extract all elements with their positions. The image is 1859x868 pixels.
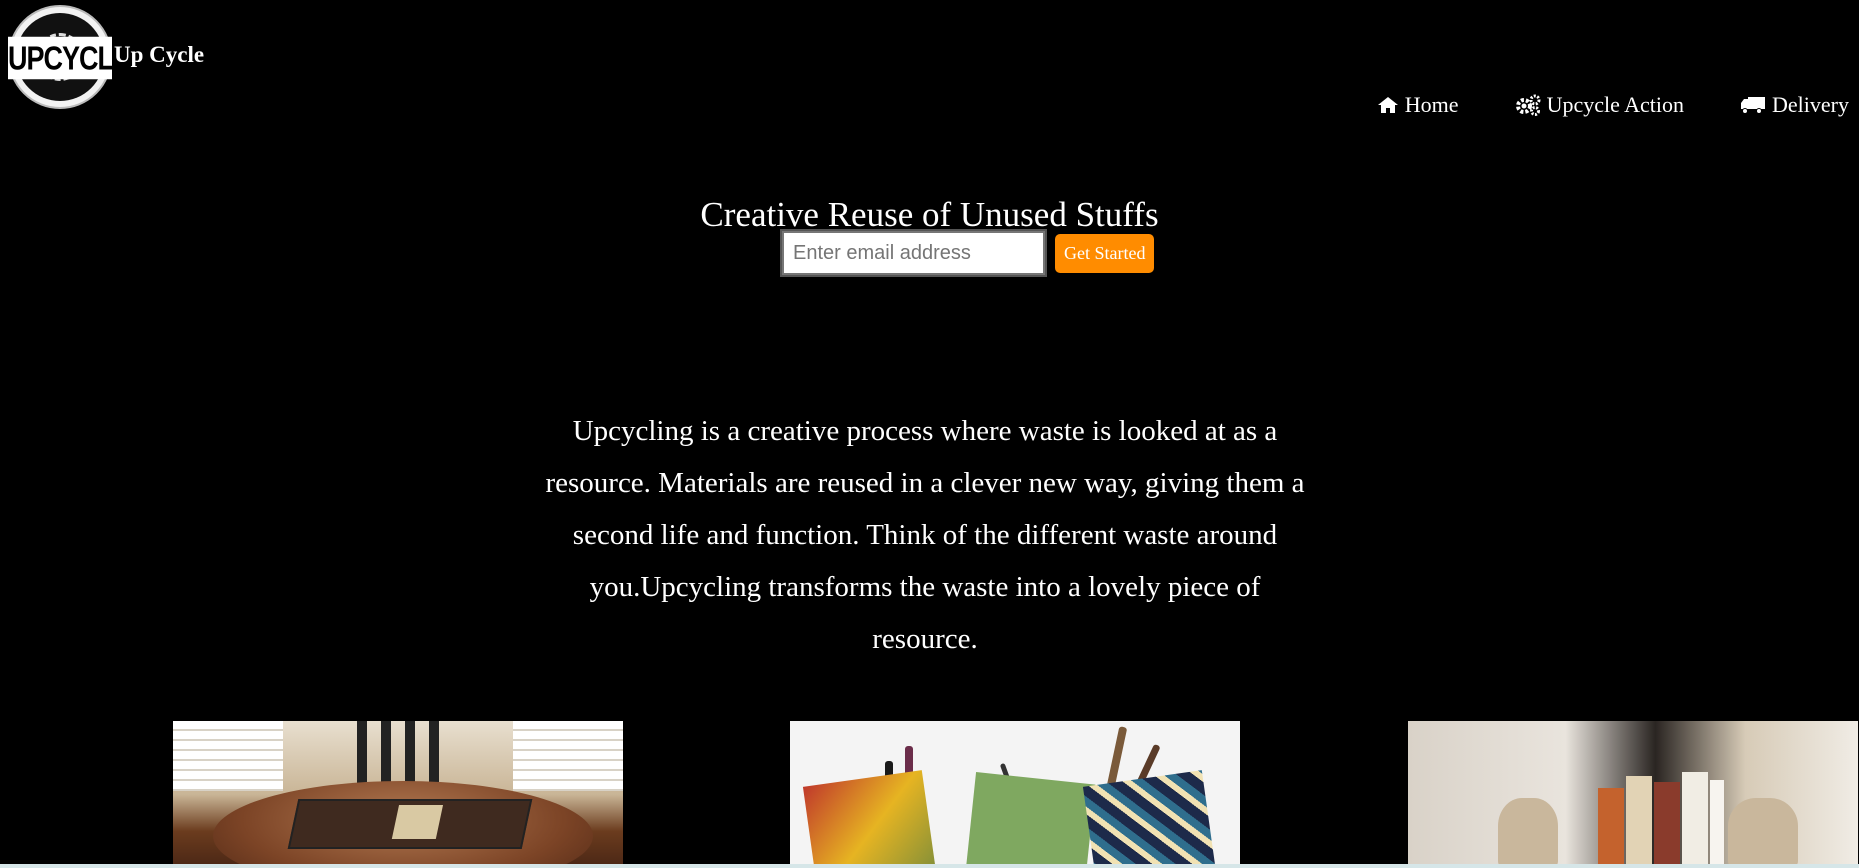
book	[1710, 780, 1724, 868]
fabric-pen-holders-photo	[790, 721, 1240, 868]
page: UPCYCLE Up Cycle Home Upcycle Action Del…	[0, 0, 1859, 868]
board-card	[391, 805, 444, 839]
window-shutter	[513, 721, 623, 791]
get-started-button[interactable]: Get Started	[1055, 233, 1155, 273]
book	[1626, 776, 1652, 868]
fabric-holder	[1082, 770, 1218, 868]
nav-item-label: Home	[1404, 92, 1459, 117]
main-nav: Home Upcycle Action Delivery	[1377, 92, 1849, 118]
wooden-figure	[1728, 798, 1798, 868]
brand-name[interactable]: Up Cycle	[114, 42, 204, 68]
hero-title: Creative Reuse of Unused Stuffs	[700, 195, 1159, 235]
gears-icon	[1515, 94, 1541, 116]
fabric-holder	[964, 772, 1096, 868]
window-shutter	[173, 721, 283, 791]
book	[1598, 788, 1624, 868]
nav-item-delivery[interactable]: Delivery	[1740, 92, 1849, 118]
book	[1654, 782, 1680, 868]
bottom-edge	[0, 864, 1859, 868]
logo-wordmark: UPCYCLE	[8, 36, 131, 80]
signup-form: Get Started	[780, 229, 1155, 277]
truck-icon	[1741, 97, 1766, 114]
nav-item-label: Delivery	[1772, 92, 1849, 117]
nav-item-home[interactable]: Home	[1377, 92, 1459, 118]
game-board	[287, 799, 533, 849]
book-shelf-photo	[1408, 721, 1858, 868]
upcycle-logo[interactable]: UPCYCLE	[8, 5, 131, 109]
upcycled-table-photo	[173, 721, 623, 868]
fabric-holder	[802, 770, 938, 868]
wooden-figure	[1498, 798, 1558, 868]
nav-item-label: Upcycle Action	[1546, 92, 1685, 117]
home-icon	[1377, 97, 1398, 113]
intro-description: Upcycling is a creative process where wa…	[545, 415, 1305, 655]
book	[1682, 772, 1708, 868]
email-input[interactable]	[780, 229, 1047, 277]
nav-item-upcycle-action[interactable]: Upcycle Action	[1515, 92, 1684, 118]
